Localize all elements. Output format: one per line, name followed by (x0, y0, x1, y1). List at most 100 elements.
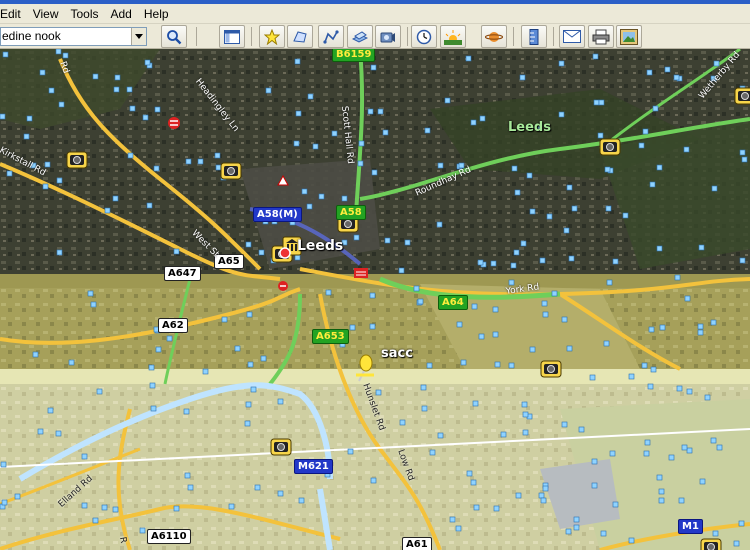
photo-marker[interactable] (658, 488, 665, 495)
photo-marker[interactable] (126, 86, 133, 93)
photo-marker[interactable] (1, 499, 8, 506)
photo-marker[interactable] (306, 203, 313, 210)
photo-marker[interactable] (55, 430, 62, 437)
photo-marker[interactable] (591, 458, 598, 465)
camera-icon[interactable] (66, 151, 88, 169)
photo-marker[interactable] (42, 183, 49, 190)
photo-marker[interactable] (641, 362, 648, 369)
photo-marker[interactable] (245, 241, 252, 248)
photo-marker[interactable] (421, 405, 428, 412)
road-label-a647[interactable]: A647 (164, 266, 201, 281)
road-label-a58m[interactable]: A58(M) (253, 207, 302, 222)
camera-icon[interactable] (270, 438, 292, 456)
photo-marker[interactable] (244, 420, 251, 427)
photo-marker[interactable] (113, 86, 120, 93)
sidebar-button[interactable] (219, 25, 245, 48)
record-tour-button[interactable] (375, 25, 401, 48)
photo-marker[interactable] (739, 257, 746, 264)
photo-marker[interactable] (561, 316, 568, 323)
photo-marker[interactable] (686, 388, 693, 395)
photo-marker[interactable] (656, 164, 663, 171)
photo-marker[interactable] (643, 450, 650, 457)
photo-marker[interactable] (183, 408, 190, 415)
photo-marker[interactable] (114, 74, 121, 81)
photo-marker[interactable] (612, 501, 619, 508)
photo-marker[interactable] (331, 130, 338, 137)
add-placemark-button[interactable] (259, 25, 285, 48)
photo-marker[interactable] (603, 340, 610, 347)
photo-marker[interactable] (508, 362, 515, 369)
photo-marker[interactable] (173, 248, 180, 255)
photo-marker[interactable] (541, 300, 548, 307)
photo-marker[interactable] (733, 540, 740, 547)
photo-marker[interactable] (473, 504, 480, 511)
photo-marker[interactable] (593, 99, 600, 106)
photo-marker[interactable] (399, 419, 406, 426)
photo-marker[interactable] (699, 478, 706, 485)
photo-marker[interactable] (318, 193, 325, 200)
photo-marker[interactable] (149, 382, 156, 389)
photo-marker[interactable] (456, 321, 463, 328)
photo-marker[interactable] (558, 60, 565, 67)
photo-marker[interactable] (470, 119, 477, 126)
photo-marker[interactable] (258, 249, 265, 256)
search-input[interactable]: edine nook (0, 27, 147, 46)
search-button[interactable] (161, 25, 187, 48)
photo-marker[interactable] (47, 407, 54, 414)
email-button[interactable] (559, 25, 585, 48)
map-canvas[interactable] (0, 49, 750, 550)
camera-icon[interactable] (700, 538, 722, 550)
photo-marker[interactable] (628, 537, 635, 544)
photo-marker[interactable] (526, 172, 533, 179)
photo-marker[interactable] (539, 257, 546, 264)
photo-marker[interactable] (490, 260, 497, 267)
photo-marker[interactable] (245, 401, 252, 408)
photo-marker[interactable] (684, 295, 691, 302)
photo-marker[interactable] (277, 398, 284, 405)
historical-imagery-button[interactable] (411, 25, 437, 48)
photo-marker[interactable] (573, 516, 580, 523)
photo-marker[interactable] (515, 492, 522, 499)
photo-marker[interactable] (294, 254, 301, 261)
photo-marker[interactable] (716, 444, 723, 451)
menu-add[interactable]: Add (105, 4, 138, 24)
photo-marker[interactable] (173, 505, 180, 512)
photo-marker[interactable] (598, 99, 605, 106)
photo-marker[interactable] (710, 437, 717, 444)
photo-marker[interactable] (150, 405, 157, 412)
save-image-button[interactable] (616, 25, 642, 48)
road-label-b6159[interactable]: B6159 (332, 49, 376, 62)
photo-marker[interactable] (674, 274, 681, 281)
planets-button[interactable] (481, 25, 507, 48)
photo-marker[interactable] (656, 474, 663, 481)
photo-marker[interactable] (377, 108, 384, 115)
photo-marker[interactable] (592, 53, 599, 60)
photo-marker[interactable] (605, 205, 612, 212)
photo-marker[interactable] (215, 164, 222, 171)
photo-marker[interactable] (349, 324, 356, 331)
photo-marker[interactable] (455, 525, 462, 532)
sunlight-button[interactable] (440, 25, 466, 48)
photo-marker[interactable] (221, 316, 228, 323)
photo-marker[interactable] (529, 208, 536, 215)
photo-marker[interactable] (154, 106, 161, 113)
photo-marker[interactable] (697, 329, 704, 336)
photo-marker[interactable] (104, 207, 111, 214)
photo-marker[interactable] (144, 59, 151, 66)
photo-marker[interactable] (298, 497, 305, 504)
add-overlay-button[interactable] (347, 25, 373, 48)
photo-marker[interactable] (92, 517, 99, 524)
photo-marker[interactable] (678, 497, 685, 504)
photo-marker[interactable] (650, 366, 657, 373)
photo-marker[interactable] (347, 448, 354, 455)
photo-marker[interactable] (500, 431, 507, 438)
photo-marker[interactable] (39, 69, 46, 76)
photo-marker[interactable] (622, 212, 629, 219)
photo-marker[interactable] (738, 520, 745, 527)
camera-icon[interactable] (220, 162, 242, 180)
photo-marker[interactable] (214, 152, 221, 159)
photo-marker[interactable] (353, 234, 360, 241)
photo-marker[interactable] (370, 477, 377, 484)
photo-marker[interactable] (542, 485, 549, 492)
photo-marker[interactable] (90, 301, 97, 308)
